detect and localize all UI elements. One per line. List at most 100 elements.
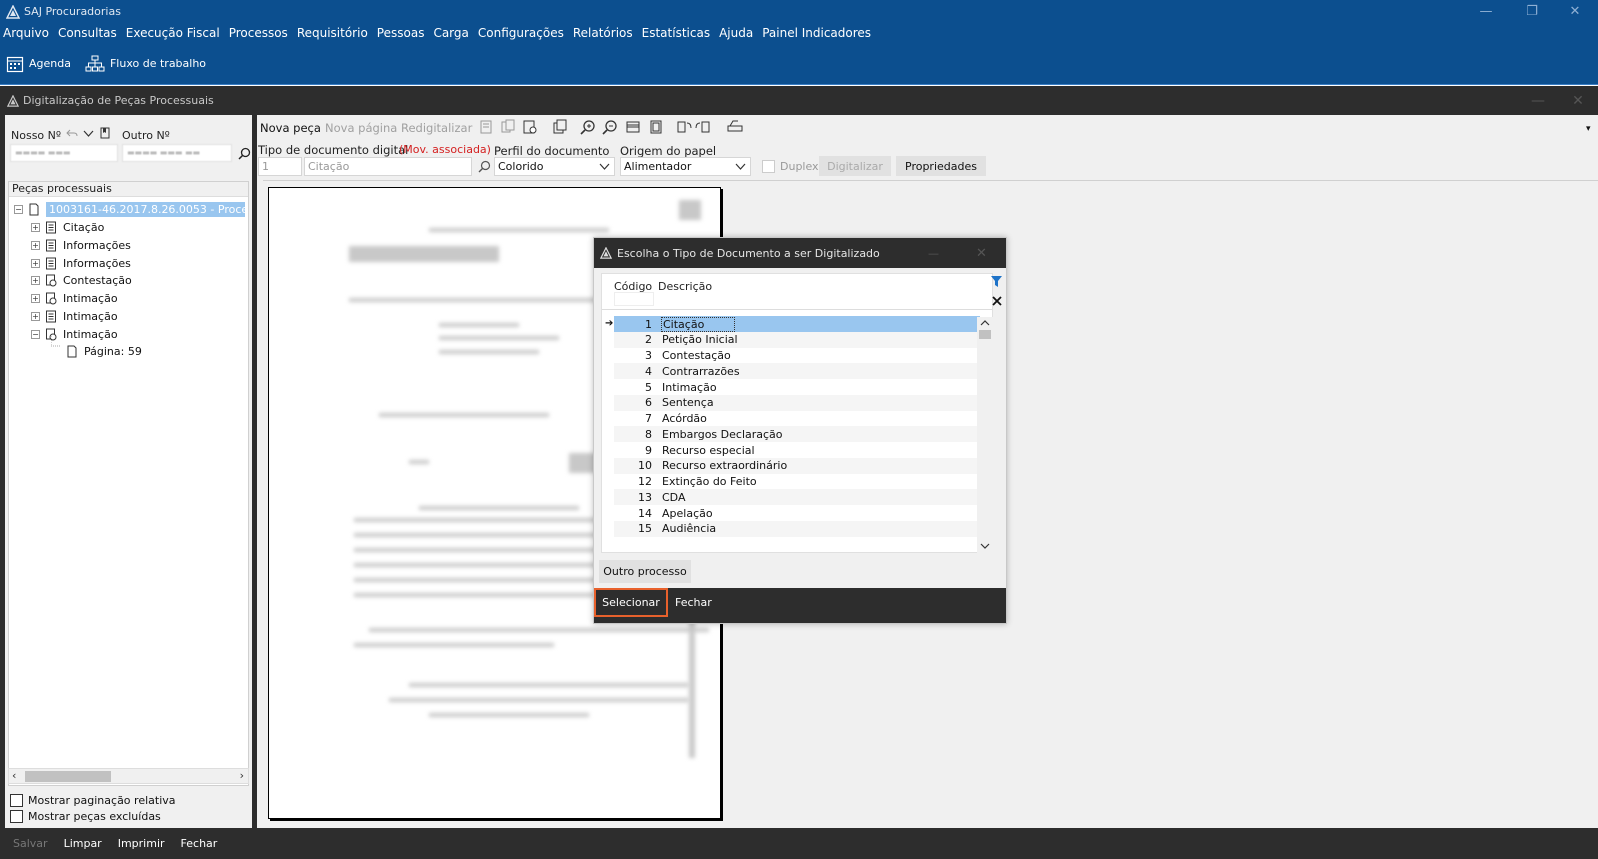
nosso-field[interactable]: ▬▬▬▬ ▬▬▬ (10, 144, 118, 162)
relative-pagination-checkbox[interactable]: Mostrar paginação relativa (10, 794, 176, 807)
zoom-in-icon[interactable] (580, 119, 596, 135)
nova-peca-button[interactable]: Nova peça (260, 121, 321, 135)
undo-icon[interactable] (66, 128, 78, 139)
propriedades-button[interactable]: Propriedades (896, 156, 986, 176)
window-minimize-icon[interactable]: — (1523, 86, 1553, 115)
collapse-icon[interactable]: − (14, 205, 23, 214)
list-row[interactable]: 12 Extinção do Feito (614, 474, 980, 490)
tree-hscrollbar[interactable]: ‹ › (8, 768, 249, 784)
perfil-select[interactable]: Colorido (494, 157, 615, 176)
menu-item-5[interactable]: Pessoas (373, 26, 430, 40)
redigitalizar-button[interactable]: Redigitalizar (401, 121, 472, 135)
list-row[interactable]: 14 Apelação (614, 505, 980, 521)
scanner-icon[interactable] (478, 119, 494, 135)
list-row[interactable]: 6 Sentença (614, 394, 980, 411)
salvar-button[interactable]: Salvar (13, 837, 48, 850)
list-row[interactable]: 1 Citação (614, 316, 980, 332)
restore-icon[interactable]: ❐ (1509, 0, 1555, 23)
scroll-left-icon[interactable]: ‹ (12, 769, 16, 782)
copy-page-icon[interactable] (500, 119, 516, 135)
excluded-pieces-checkbox[interactable]: Mostrar peças excluídas (10, 810, 161, 823)
menu-item-9[interactable]: Estatísticas (638, 26, 715, 40)
scroll-down-icon[interactable] (980, 542, 990, 550)
tree-item[interactable]: + Intimação (31, 290, 118, 307)
expand-icon[interactable]: + (31, 312, 40, 321)
agenda-button[interactable]: Agenda (6, 55, 71, 73)
tree-root[interactable]: − 1003161-46.2017.8.26.0053 - Processo C (14, 201, 245, 218)
rotate-right-icon[interactable] (695, 119, 711, 135)
origem-select[interactable]: Alimentador (620, 157, 751, 176)
digitalizar-button[interactable]: Digitalizar (819, 156, 891, 176)
expand-icon[interactable]: + (31, 240, 40, 250)
dialog-minimize-icon[interactable]: — (928, 247, 939, 260)
tipo-desc-input[interactable]: Citação (304, 157, 472, 176)
outro-field[interactable]: ▬▬▬▬ ▬▬▬ ▬▬ (122, 144, 232, 162)
tree-page[interactable]: Página: 59 (51, 336, 142, 360)
code-filter-input[interactable] (614, 292, 654, 306)
menu-item-4[interactable]: Requisitório (293, 26, 373, 40)
list-scroll-thumb[interactable] (979, 330, 991, 339)
menu-item-7[interactable]: Configurações (474, 26, 569, 40)
expand-icon[interactable]: + (31, 294, 40, 304)
duplex-checkbox[interactable]: Duplex (762, 160, 819, 173)
list-vscrollbar[interactable] (977, 317, 993, 553)
minimize-icon[interactable]: — (1463, 0, 1509, 23)
multipage-icon[interactable] (552, 119, 568, 135)
selecionar-button[interactable]: Selecionar (594, 588, 668, 617)
tree-item[interactable]: + Informações (31, 237, 131, 254)
dialog-close-icon[interactable]: ✕ (976, 246, 987, 261)
menu-item-8[interactable]: Relatórios (569, 26, 638, 40)
tree-item[interactable]: + Informações (31, 255, 131, 272)
list-row[interactable]: 13 CDA (614, 489, 980, 506)
tree-item[interactable]: + Intimação (31, 308, 118, 325)
list-row[interactable]: 5 Intimação (614, 379, 980, 395)
scroll-up-icon[interactable] (980, 319, 990, 327)
expand-icon[interactable]: + (31, 276, 40, 286)
scroll-right-icon[interactable]: › (240, 769, 244, 782)
fluxo-button[interactable]: Fluxo de trabalho (85, 55, 206, 73)
expand-icon[interactable]: + (31, 223, 40, 232)
list-row[interactable]: 15 Audiência (614, 520, 980, 537)
menu-item-1[interactable]: Consultas (54, 26, 122, 40)
list-row[interactable]: 10 Recurso extraordinário (614, 457, 980, 474)
list-row[interactable]: 2 Petição Inicial (614, 331, 980, 348)
collapse-icon[interactable]: − (31, 329, 40, 339)
list-row[interactable]: 7 Acórdão (614, 411, 980, 427)
tree-item[interactable]: − Intimação (31, 326, 118, 343)
fechar-button[interactable]: Fechar (181, 837, 218, 850)
limpar-button[interactable]: Limpar (64, 837, 102, 850)
tipo-search-icon[interactable] (478, 160, 491, 173)
imprimir-button[interactable]: Imprimir (118, 837, 165, 850)
menu-item-2[interactable]: Execução Fiscal (122, 26, 225, 40)
list-row[interactable]: 9 Recurso especial (614, 442, 980, 458)
list-row[interactable]: 4 Contrarrazões (614, 363, 980, 380)
scroll-thumb[interactable] (25, 771, 111, 782)
tipo-code-input[interactable]: 1 (258, 157, 302, 176)
outro-processo-button[interactable]: Outro processo (599, 560, 691, 583)
scanner-settings-icon[interactable] (727, 119, 743, 135)
menu-item-11[interactable]: Painel Indicadores (758, 26, 876, 40)
list-row[interactable]: 3 Contestação (614, 348, 980, 364)
clear-filter-icon[interactable] (992, 296, 1002, 306)
bookmark-icon[interactable] (100, 127, 110, 139)
dialog-fechar-button[interactable]: Fechar (675, 588, 712, 617)
close-icon[interactable]: ✕ (1552, 0, 1598, 23)
window-close-icon[interactable]: ✕ (1563, 86, 1593, 115)
document-settings-icon[interactable] (522, 119, 538, 135)
fit-page-icon[interactable] (648, 119, 664, 135)
menu-item-10[interactable]: Ajuda (715, 26, 758, 40)
search-icon[interactable] (238, 147, 251, 160)
filter-icon[interactable] (990, 275, 1003, 289)
chevron-down-icon[interactable] (83, 128, 94, 139)
tree-item[interactable]: + Citação (31, 219, 104, 236)
nova-pagina-button[interactable]: Nova página (325, 121, 397, 135)
menu-item-3[interactable]: Processos (225, 26, 293, 40)
toolbar-overflow-icon[interactable]: ▾ (1586, 124, 1591, 134)
list-row[interactable]: 8 Embargos Declaração (614, 426, 980, 443)
zoom-out-icon[interactable] (602, 119, 618, 135)
rotate-left-icon[interactable] (676, 119, 692, 135)
fit-width-icon[interactable] (625, 119, 641, 135)
tree-item[interactable]: + Contestação (31, 272, 132, 289)
expand-icon[interactable]: + (31, 258, 40, 268)
menu-item-0[interactable]: Arquivo (0, 26, 54, 40)
